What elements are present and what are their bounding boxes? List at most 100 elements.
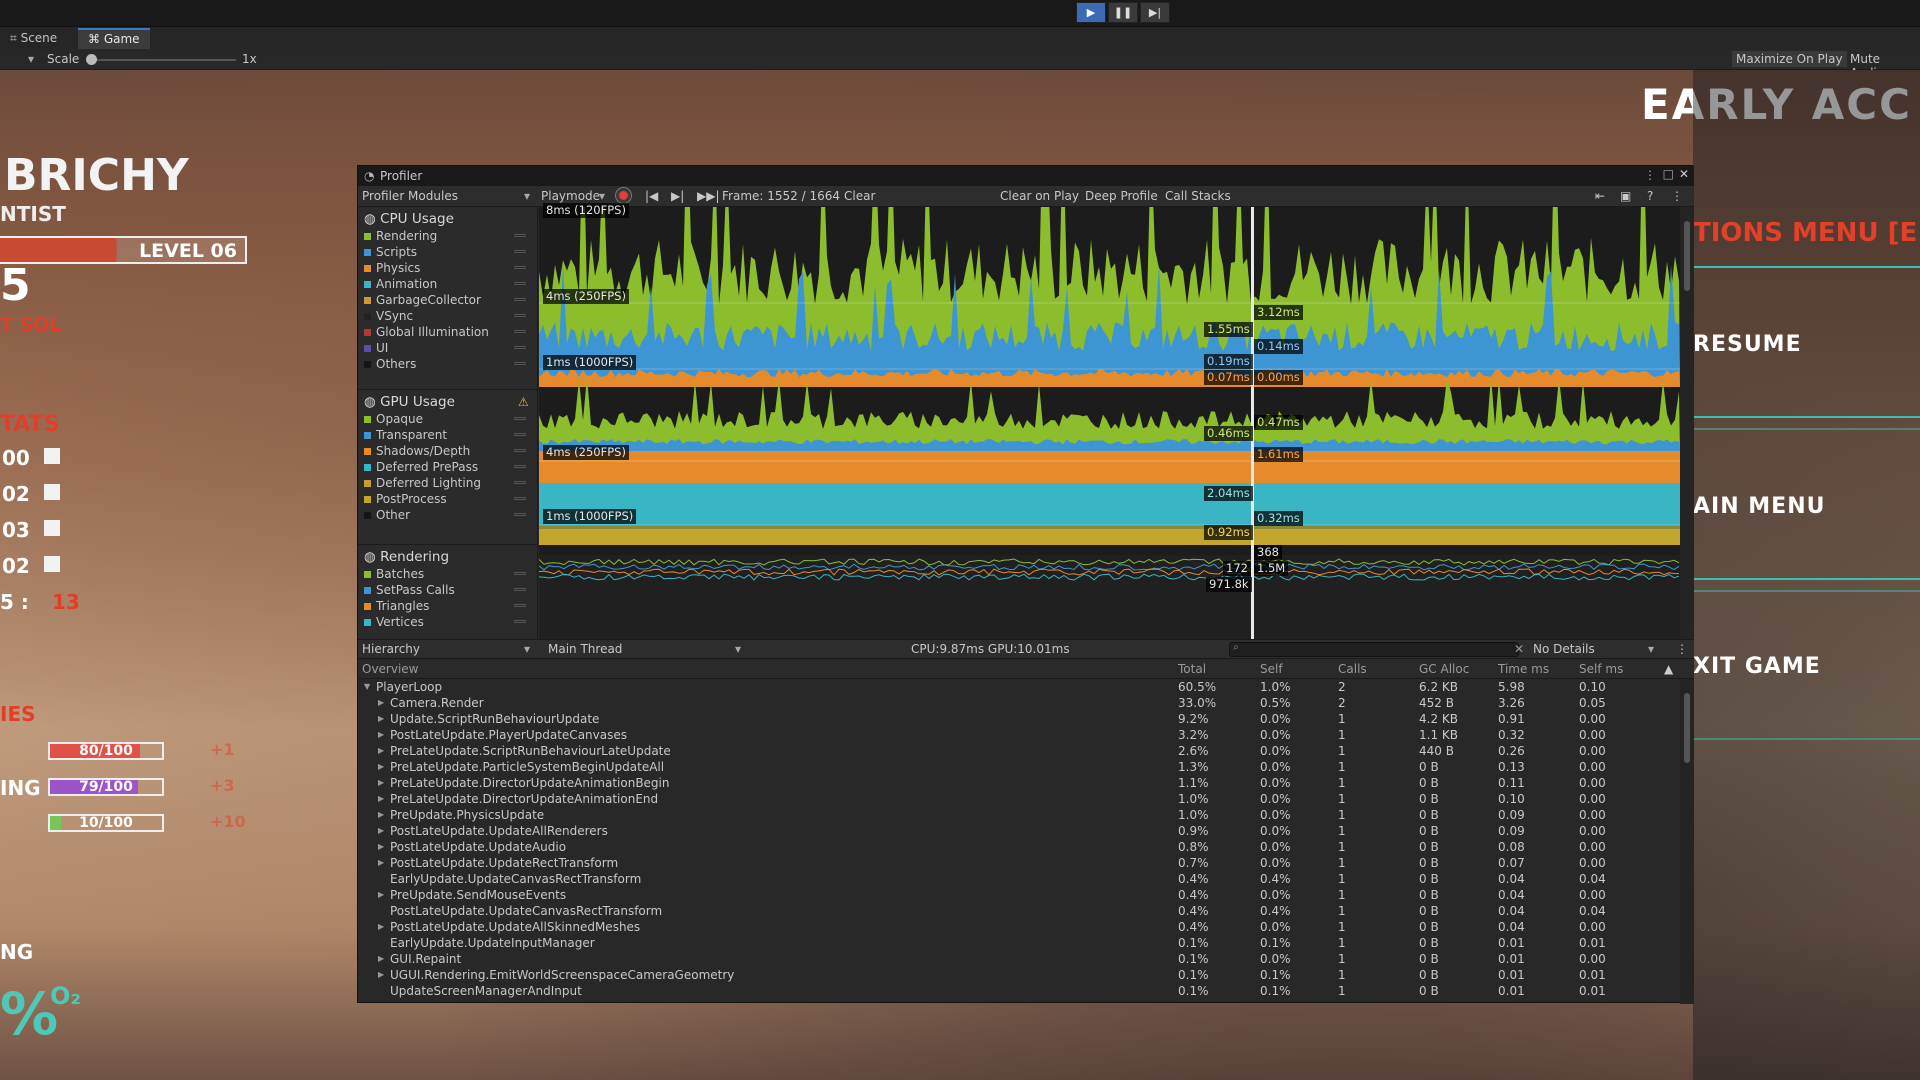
col-gc-alloc[interactable]: GC Alloc: [1419, 662, 1469, 676]
menu-icon[interactable]: ⋮: [1676, 642, 1688, 656]
drag-handle[interactable]: [514, 250, 526, 253]
drag-handle[interactable]: [514, 330, 526, 333]
save-icon[interactable]: ▣: [1620, 189, 1631, 203]
expand-right-icon[interactable]: ▶: [378, 842, 384, 851]
drag-handle[interactable]: [514, 314, 526, 317]
table-row[interactable]: ▶ Camera.Render 33.0% 0.5% 2 452 B 3.26 0.05: [358, 695, 1680, 711]
exit-game-button[interactable]: XIT GAME: [1693, 654, 1821, 679]
gpu-usage-title[interactable]: ◍ GPU Usage: [364, 394, 455, 410]
legend-item[interactable]: Shadows/Depth: [364, 444, 532, 458]
table-row[interactable]: ▶ PreLateUpdate.DirectorUpdateAnimationBe…: [358, 775, 1680, 791]
col-self[interactable]: Self: [1260, 662, 1283, 676]
table-row[interactable]: ▼ PlayerLoop 60.5% 1.0% 2 6.2 KB 5.98 0.10: [358, 679, 1680, 695]
table-row[interactable]: EarlyUpdate.UpdateCanvasRectTransform 0.4…: [358, 871, 1680, 887]
table-row[interactable]: ▶ PostLateUpdate.UpdateAllSkinnedMeshes 0.…: [358, 919, 1680, 935]
legend-item[interactable]: UI: [364, 341, 532, 355]
sort-icon[interactable]: ▲: [1664, 662, 1673, 676]
legend-item[interactable]: Animation: [364, 277, 532, 291]
drag-handle[interactable]: [514, 234, 526, 237]
legend-item[interactable]: Opaque: [364, 412, 532, 426]
drag-handle[interactable]: [514, 572, 526, 575]
close-icon[interactable]: ✕: [1679, 167, 1689, 181]
col-total[interactable]: Total: [1178, 662, 1206, 676]
col-overview[interactable]: Overview: [362, 662, 419, 676]
expand-right-icon[interactable]: ▶: [378, 762, 384, 771]
legend-item[interactable]: VSync: [364, 309, 532, 323]
expand-right-icon[interactable]: ▶: [378, 698, 384, 707]
resume-button[interactable]: RESUME: [1693, 332, 1802, 357]
thread-dropdown[interactable]: Main Thread: [548, 642, 622, 656]
table-row[interactable]: ▶ PostLateUpdate.UpdateAudio 0.8% 0.0% 1 0 B 0…: [358, 839, 1680, 855]
col-time-ms[interactable]: Time ms: [1498, 662, 1549, 676]
menu-icon[interactable]: ⋮: [1671, 189, 1683, 203]
expand-right-icon[interactable]: ▶: [378, 890, 384, 899]
expand-right-icon[interactable]: ▶: [378, 730, 384, 739]
legend-item[interactable]: Transparent: [364, 428, 532, 442]
drag-handle[interactable]: [514, 346, 526, 349]
table-row[interactable]: ▶ PostLateUpdate.PlayerUpdateCanvases 3.2%…: [358, 727, 1680, 743]
main-menu-button[interactable]: AIN MENU: [1693, 494, 1825, 519]
expand-right-icon[interactable]: ▶: [378, 954, 384, 963]
legend-item[interactable]: Vertices: [364, 615, 532, 629]
warning-icon[interactable]: ⚠: [518, 395, 529, 409]
scrollbar-thumb[interactable]: [1684, 693, 1690, 763]
profiler-charts[interactable]: 8ms (120FPS) 4ms (250FPS) 1ms (1000FPS) …: [538, 106, 1680, 639]
col-calls[interactable]: Calls: [1338, 662, 1367, 676]
hierarchy-scrollbar[interactable]: [1680, 679, 1694, 1004]
expand-right-icon[interactable]: ▶: [378, 826, 384, 835]
legend-item[interactable]: Deferred PrePass: [364, 460, 532, 474]
drag-handle[interactable]: [514, 620, 526, 623]
drag-handle[interactable]: [514, 588, 526, 591]
legend-item[interactable]: Deferred Lighting: [364, 476, 532, 490]
drag-handle[interactable]: [514, 465, 526, 468]
expand-right-icon[interactable]: ▶: [378, 794, 384, 803]
clear-on-play-toggle[interactable]: Clear on Play: [1000, 189, 1079, 203]
expand-right-icon[interactable]: ▶: [378, 714, 384, 723]
cpu-usage-title[interactable]: ◍ CPU Usage: [364, 211, 454, 227]
legend-item[interactable]: Other: [364, 508, 532, 522]
table-row[interactable]: ▶ PostLateUpdate.UpdateRectTransform 0.7% 0…: [358, 855, 1680, 871]
scale-slider[interactable]: [90, 59, 236, 61]
table-row[interactable]: PostLateUpdate.UpdateCanvasRectTransform…: [358, 903, 1680, 919]
display-dropdown-icon[interactable]: ▾: [28, 52, 34, 66]
col-self-ms[interactable]: Self ms: [1579, 662, 1623, 676]
expand-right-icon[interactable]: ▶: [378, 922, 384, 931]
next-frame-icon[interactable]: ▶|: [671, 189, 684, 203]
call-stacks-toggle[interactable]: Call Stacks: [1165, 189, 1231, 203]
first-frame-icon[interactable]: |◀: [645, 189, 658, 203]
profiler-titlebar[interactable]: ◔ Profiler ⋮ □ ✕: [358, 166, 1694, 186]
stat-checkbox[interactable]: [44, 448, 60, 464]
drag-handle[interactable]: [514, 497, 526, 500]
legend-item[interactable]: GarbageCollector: [364, 293, 532, 307]
expand-down-icon[interactable]: ▼: [364, 682, 370, 691]
pause-button[interactable]: ❚❚: [1108, 2, 1138, 23]
view-dropdown[interactable]: Hierarchy: [362, 642, 420, 656]
legend-item[interactable]: PostProcess: [364, 492, 532, 506]
table-row[interactable]: ▶ PreLateUpdate.ParticleSystemBeginUpdate…: [358, 759, 1680, 775]
search-input[interactable]: ⌕: [1229, 642, 1519, 657]
table-row[interactable]: ▶ GUI.Repaint 0.1% 0.0% 1 0 B 0.01 0.00: [358, 951, 1680, 967]
tab-scene[interactable]: ⌗ Scene: [0, 28, 67, 49]
legend-item[interactable]: Batches: [364, 567, 532, 581]
drag-handle[interactable]: [514, 481, 526, 484]
deep-profile-toggle[interactable]: Deep Profile: [1085, 189, 1158, 203]
help-icon[interactable]: ?: [1647, 189, 1653, 203]
profiler-chart-canvas[interactable]: [538, 106, 1680, 639]
expand-right-icon[interactable]: ▶: [378, 970, 384, 979]
expand-right-icon[interactable]: ▶: [378, 810, 384, 819]
playmode-dropdown[interactable]: Playmode: [541, 189, 600, 203]
drag-handle[interactable]: [514, 417, 526, 420]
drag-handle[interactable]: [514, 604, 526, 607]
clear-button[interactable]: Clear: [844, 189, 875, 203]
table-row[interactable]: ▶ UGUI.Rendering.EmitWorldScreenspaceCame…: [358, 967, 1680, 983]
load-icon[interactable]: ⇤: [1595, 189, 1605, 203]
details-dropdown[interactable]: No Details: [1533, 642, 1595, 656]
scrollbar-thumb[interactable]: [1684, 221, 1690, 291]
maximize-on-play-toggle[interactable]: Maximize On Play: [1732, 51, 1847, 67]
legend-item[interactable]: SetPass Calls: [364, 583, 532, 597]
drag-handle[interactable]: [514, 282, 526, 285]
clear-search-icon[interactable]: ✕: [1514, 642, 1524, 656]
expand-right-icon[interactable]: ▶: [378, 778, 384, 787]
table-row[interactable]: EarlyUpdate.UpdateInputManager 0.1% 0.1% 1 0…: [358, 935, 1680, 951]
charts-scrollbar[interactable]: [1680, 207, 1694, 639]
